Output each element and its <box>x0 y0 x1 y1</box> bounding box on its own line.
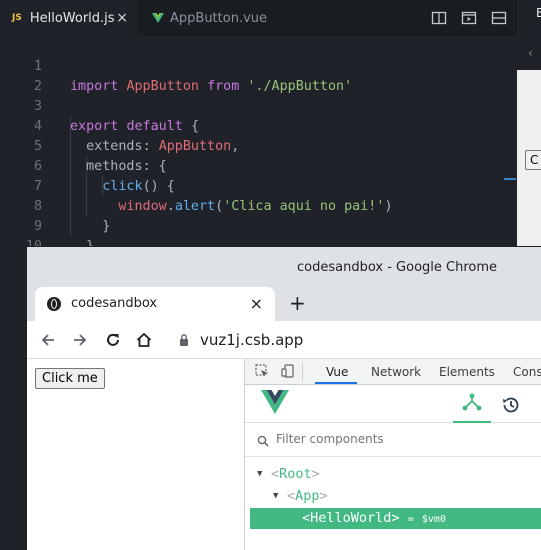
close-icon[interactable]: × <box>250 294 263 313</box>
tree-node-app[interactable]: ▼ <App> <box>245 486 541 507</box>
tree-node-helloworld[interactable]: <HelloWorld> = $vm0 <box>250 508 541 529</box>
reload-icon[interactable] <box>102 329 124 351</box>
vue-file-icon <box>152 13 164 23</box>
devtools-tab-bar: Vue Network Elements Cons <box>245 359 541 385</box>
tab-console[interactable]: Cons <box>513 365 541 379</box>
search-icon <box>257 435 269 447</box>
code-line: 3 export default { <box>0 77 517 134</box>
close-icon[interactable]: × <box>116 10 128 26</box>
inspect-icon[interactable] <box>255 364 269 378</box>
js-file-icon: JS <box>12 13 22 23</box>
tab-helloworld-js[interactable]: JS HelloWorld.js × <box>0 0 138 36</box>
split-editor-icon[interactable] <box>431 10 447 26</box>
home-icon[interactable] <box>133 329 155 351</box>
filter-bar <box>245 423 541 457</box>
browser-tab[interactable]: codesandbox × <box>35 287 275 321</box>
vue-devtools-header <box>245 385 541 423</box>
components-icon[interactable] <box>453 385 491 423</box>
code-line: 6 click() { <box>0 137 517 194</box>
code-line: 7 window.alert('Clica aqui no pai!') <box>0 157 517 214</box>
tab-elements[interactable]: Elements <box>439 365 495 379</box>
background-window: E ‹ C <box>517 0 541 248</box>
code-line: 2 <box>0 57 517 94</box>
code-line: 8 } <box>0 177 517 234</box>
address-bar[interactable]: vuz1j.csb.app <box>200 331 303 349</box>
new-tab-button[interactable]: + <box>289 291 306 315</box>
tab-label: AppButton.vue <box>170 10 268 26</box>
window-title: codesandbox - Google Chrome <box>297 260 498 275</box>
browser-tab-title: codesandbox <box>71 296 158 311</box>
click-me-button[interactable]: Click me <box>35 368 105 389</box>
code-line: 10 } <box>0 217 517 274</box>
tab-vue[interactable]: Vue <box>326 365 348 379</box>
chevron-left-icon[interactable]: ‹ <box>528 46 533 60</box>
tab-label: HelloWorld.js <box>29 10 115 26</box>
preview-icon[interactable] <box>461 10 477 26</box>
browser-toolbar: vuz1j.csb.app <box>27 321 541 359</box>
globe-icon <box>47 297 61 311</box>
expand-triangle-icon[interactable]: ▼ <box>273 486 278 507</box>
expand-triangle-icon[interactable]: ▼ <box>257 464 262 485</box>
code-line: 9 } <box>0 197 517 254</box>
active-tab-indicator <box>315 382 357 384</box>
overview-ruler-marker <box>504 178 516 180</box>
title-bar: codesandbox - Google Chrome <box>27 247 541 287</box>
partial-button[interactable]: C <box>525 150 541 170</box>
lock-icon[interactable] <box>179 333 189 347</box>
page-viewport: Click me <box>27 359 244 550</box>
forward-icon[interactable] <box>69 329 91 351</box>
filter-components-input[interactable] <box>276 432 476 446</box>
vue-logo-icon <box>261 390 289 414</box>
back-icon[interactable] <box>37 329 59 351</box>
more-actions-icon[interactable] <box>491 10 507 26</box>
code-line: 4 extends: AppButton, <box>0 97 517 154</box>
chrome-window: codesandbox - Google Chrome codesandbox … <box>27 247 541 550</box>
window-label: E <box>536 6 541 20</box>
editor-tab-bar: JS HelloWorld.js × AppButton.vue <box>0 0 517 36</box>
vm-reference: $vm0 <box>421 514 446 525</box>
tab-network[interactable]: Network <box>371 365 421 379</box>
code-area[interactable]: 1 import AppButton from './AppButton' 2 … <box>0 36 517 274</box>
history-icon[interactable] <box>501 395 521 415</box>
device-toolbar-icon[interactable] <box>281 364 295 378</box>
devtools-panel: Vue Network Elements Cons Filter compone… <box>244 359 541 550</box>
editor-actions <box>431 10 517 26</box>
code-line: 1 import AppButton from './AppButton' <box>0 37 517 94</box>
code-line: 5 methods: { <box>0 117 517 174</box>
tree-node-root[interactable]: ▼ <Root> <box>245 464 541 485</box>
tab-appbutton-vue[interactable]: AppButton.vue <box>140 0 290 36</box>
